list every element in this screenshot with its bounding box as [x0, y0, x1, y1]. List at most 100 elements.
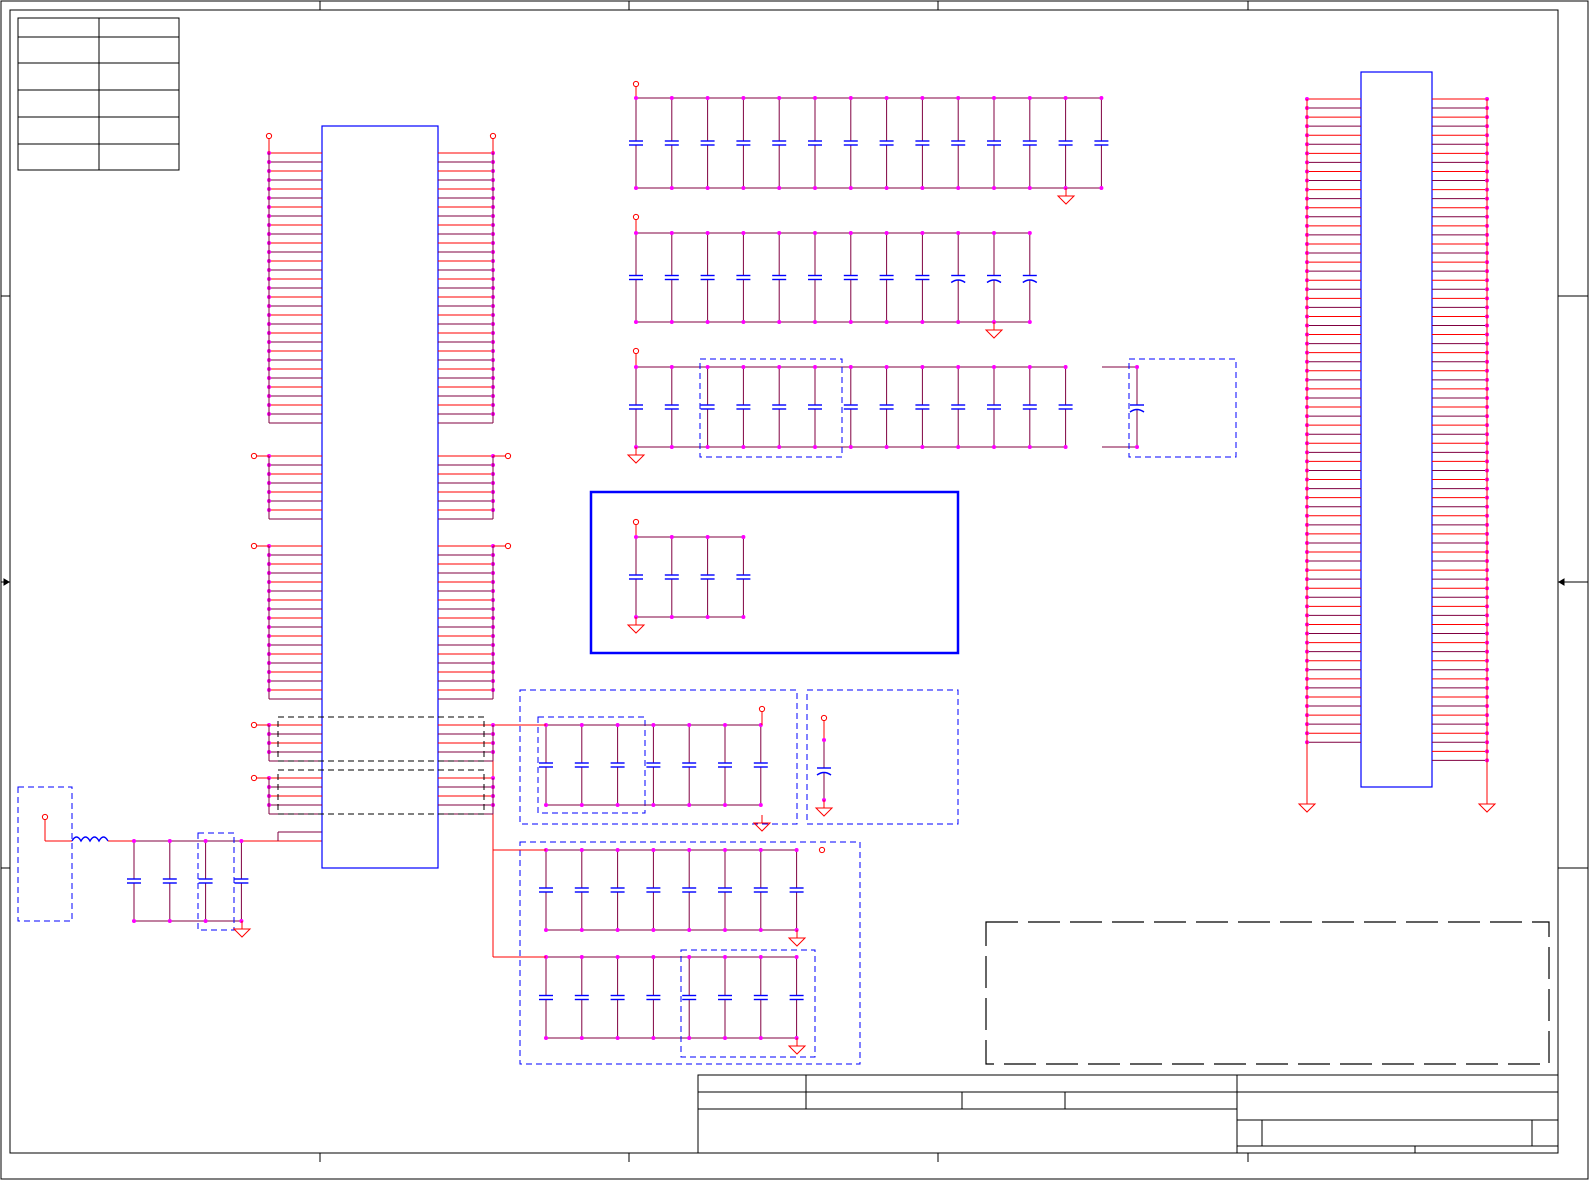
net-junction [920, 445, 925, 449]
power-port-icon [250, 774, 258, 782]
net-junction [132, 919, 136, 923]
capacitor-icon [574, 994, 589, 1001]
net-junction [651, 955, 656, 959]
capacitor-icon [718, 994, 732, 1001]
net-junction [741, 320, 746, 324]
power-port-icon [632, 213, 640, 221]
capacitor-icon [718, 762, 732, 768]
net-junction [777, 365, 782, 369]
capacitor-icon [915, 404, 930, 410]
capacitor-icon [772, 404, 787, 410]
capacitor-icon [987, 404, 1001, 410]
net-junction [1135, 445, 1139, 449]
net-junction [920, 186, 925, 190]
power-port-icon [818, 846, 826, 854]
net-junction [794, 848, 799, 852]
net-junction [758, 848, 763, 852]
capacitor-icon [574, 762, 589, 768]
net-junction [669, 186, 674, 190]
net-junction [777, 320, 782, 324]
capacitor-icon [879, 140, 894, 146]
net-junction [1027, 186, 1032, 190]
net-junction [956, 320, 961, 324]
net-junction [813, 445, 817, 449]
net-junction [579, 955, 584, 959]
capacitor-icon [1058, 404, 1073, 410]
net-junction [813, 186, 817, 190]
drawing-frame [0, 0, 1589, 1180]
net-junction [544, 928, 548, 932]
power-port-icon [504, 452, 512, 460]
net-junction [669, 231, 674, 235]
capacitor-icon [127, 878, 141, 884]
net-junction [920, 320, 925, 324]
net-junction [884, 186, 889, 190]
capacitor-icon [1094, 140, 1109, 146]
ground-icon [1297, 803, 1317, 813]
net-junction [705, 365, 710, 369]
net-junction [669, 615, 674, 619]
net-junction [634, 186, 638, 190]
net-junction [687, 723, 692, 727]
net-junction [1027, 445, 1032, 449]
highlight-box [589, 490, 960, 655]
capacitor-icon [664, 574, 679, 580]
net-junction [813, 231, 817, 235]
capacitor-icon [753, 762, 768, 768]
net-junction [1099, 96, 1104, 100]
net-junction [813, 320, 817, 324]
net-junction [1063, 445, 1068, 449]
net-junction [579, 848, 584, 852]
net-junction [758, 928, 763, 932]
net-junction [848, 445, 853, 449]
net-junction [848, 365, 853, 369]
net-junction [758, 955, 763, 959]
net-junction [777, 445, 782, 449]
capacitor-icon [879, 404, 894, 410]
net-junction [813, 365, 817, 369]
net-junction [544, 1036, 548, 1040]
net-junction [1099, 186, 1104, 190]
net-junction [1063, 96, 1068, 100]
group-box [519, 841, 861, 1065]
net-junction [884, 231, 889, 235]
net-junction [992, 365, 996, 369]
net-junction [669, 535, 674, 539]
capacitor-icon [629, 274, 643, 281]
net-junction [1135, 365, 1139, 369]
capacitor-icon [682, 994, 697, 1001]
net-junction [956, 231, 961, 235]
net-junction [741, 615, 746, 619]
power-port-icon [250, 542, 258, 550]
net-junction [651, 1036, 656, 1040]
net-junction [615, 803, 620, 807]
net-junction [579, 1036, 584, 1040]
group-box [519, 689, 798, 825]
net-junction [758, 803, 763, 807]
capacitor-icon [664, 140, 679, 146]
net-junction [848, 231, 853, 235]
capacitor-icon [664, 274, 679, 281]
net-junction [956, 445, 961, 449]
group-box-black [277, 769, 485, 815]
ground-icon [984, 329, 1004, 339]
net-junction [579, 723, 584, 727]
connector-body [1360, 71, 1433, 788]
net-junction [634, 320, 638, 324]
net-junction [741, 365, 746, 369]
capacitor-icon [700, 140, 715, 146]
schematic-sheet [0, 0, 1589, 1180]
net-junction [705, 445, 710, 449]
notes-box [985, 921, 1550, 1065]
net-junction [634, 96, 638, 100]
ic-body [321, 125, 439, 869]
capacitor-icon [1022, 404, 1037, 410]
net-junction [687, 928, 692, 932]
capacitor-icon [753, 887, 768, 893]
capacitor-icon [808, 404, 822, 410]
net-junction [705, 320, 710, 324]
net-junction [579, 928, 584, 932]
net-junction [669, 96, 674, 100]
net-junction [615, 848, 620, 852]
net-junction [544, 803, 548, 807]
